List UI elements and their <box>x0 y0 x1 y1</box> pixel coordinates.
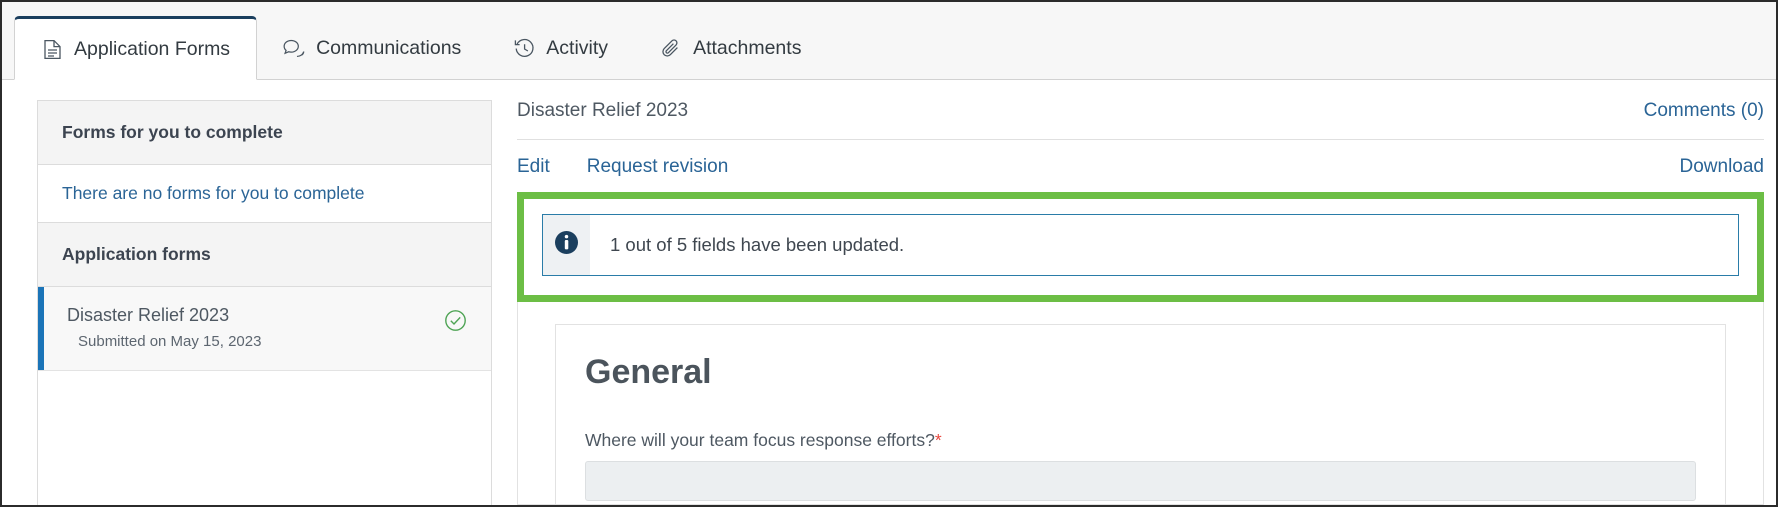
pending-forms-header: Forms for you to complete <box>38 101 491 165</box>
status-banner-message: 1 out of 5 fields have been updated. <box>610 234 905 255</box>
tab-activity[interactable]: Activity <box>487 17 634 79</box>
tab-bar: Application Forms Communications Activit… <box>2 2 1776 80</box>
app-window: Application Forms Communications Activit… <box>0 0 1778 507</box>
check-circle-icon <box>444 309 467 332</box>
tab-label: Communications <box>316 36 462 59</box>
list-item-title: Disaster Relief 2023 <box>67 305 230 325</box>
tab-communications[interactable]: Communications <box>257 17 487 79</box>
document-icon <box>41 38 63 60</box>
page-title: Disaster Relief 2023 <box>517 100 689 121</box>
download-button[interactable]: Download <box>1680 156 1765 178</box>
alert-icon-container <box>543 215 590 275</box>
form-detail-panel: Disaster Relief 2023 Comments (0) Edit R… <box>517 100 1764 505</box>
content-area: Forms for you to complete There are no f… <box>2 80 1776 505</box>
list-item[interactable]: Disaster Relief 2023 Submitted on May 15… <box>38 287 491 371</box>
required-marker: * <box>934 430 942 450</box>
application-forms-header: Application forms <box>38 223 491 287</box>
tab-attachments[interactable]: Attachments <box>634 17 827 79</box>
panel-header: Disaster Relief 2023 Comments (0) <box>517 100 1764 140</box>
status-banner: 1 out of 5 fields have been updated. <box>542 214 1739 276</box>
question-text: Where will your team focus response effo… <box>585 430 935 450</box>
tab-label: Attachments <box>693 36 802 59</box>
highlight-annotation: 1 out of 5 fields have been updated. <box>517 192 1764 302</box>
chat-icon <box>283 37 305 59</box>
list-item-text: Disaster Relief 2023 Submitted on May 15… <box>67 305 261 350</box>
form-section-general: General Where will your team focus respo… <box>555 324 1726 504</box>
edit-button[interactable]: Edit <box>517 156 550 178</box>
form-section-title: General <box>585 353 712 391</box>
paperclip-icon <box>660 37 682 59</box>
list-item-subtitle: Submitted on May 15, 2023 <box>78 333 262 350</box>
no-pending-forms-link[interactable]: There are no forms for you to complete <box>38 165 491 223</box>
forms-sidebar: Forms for you to complete There are no f… <box>37 100 492 505</box>
panel-actions: Edit Request revision Download <box>517 140 1764 192</box>
form-container: General Where will your team focus respo… <box>517 302 1764 505</box>
comments-link[interactable]: Comments (0) <box>1644 100 1764 122</box>
tab-label: Application Forms <box>74 37 231 60</box>
question-label: Where will your team focus response effo… <box>585 430 1696 451</box>
request-revision-button[interactable]: Request revision <box>587 156 729 178</box>
info-circle-icon <box>554 230 579 260</box>
history-icon <box>513 37 535 59</box>
primary-actions: Edit Request revision <box>517 156 728 178</box>
answer-input[interactable] <box>585 461 1696 501</box>
tab-application-forms[interactable]: Application Forms <box>14 16 258 80</box>
tab-label: Activity <box>546 36 609 59</box>
